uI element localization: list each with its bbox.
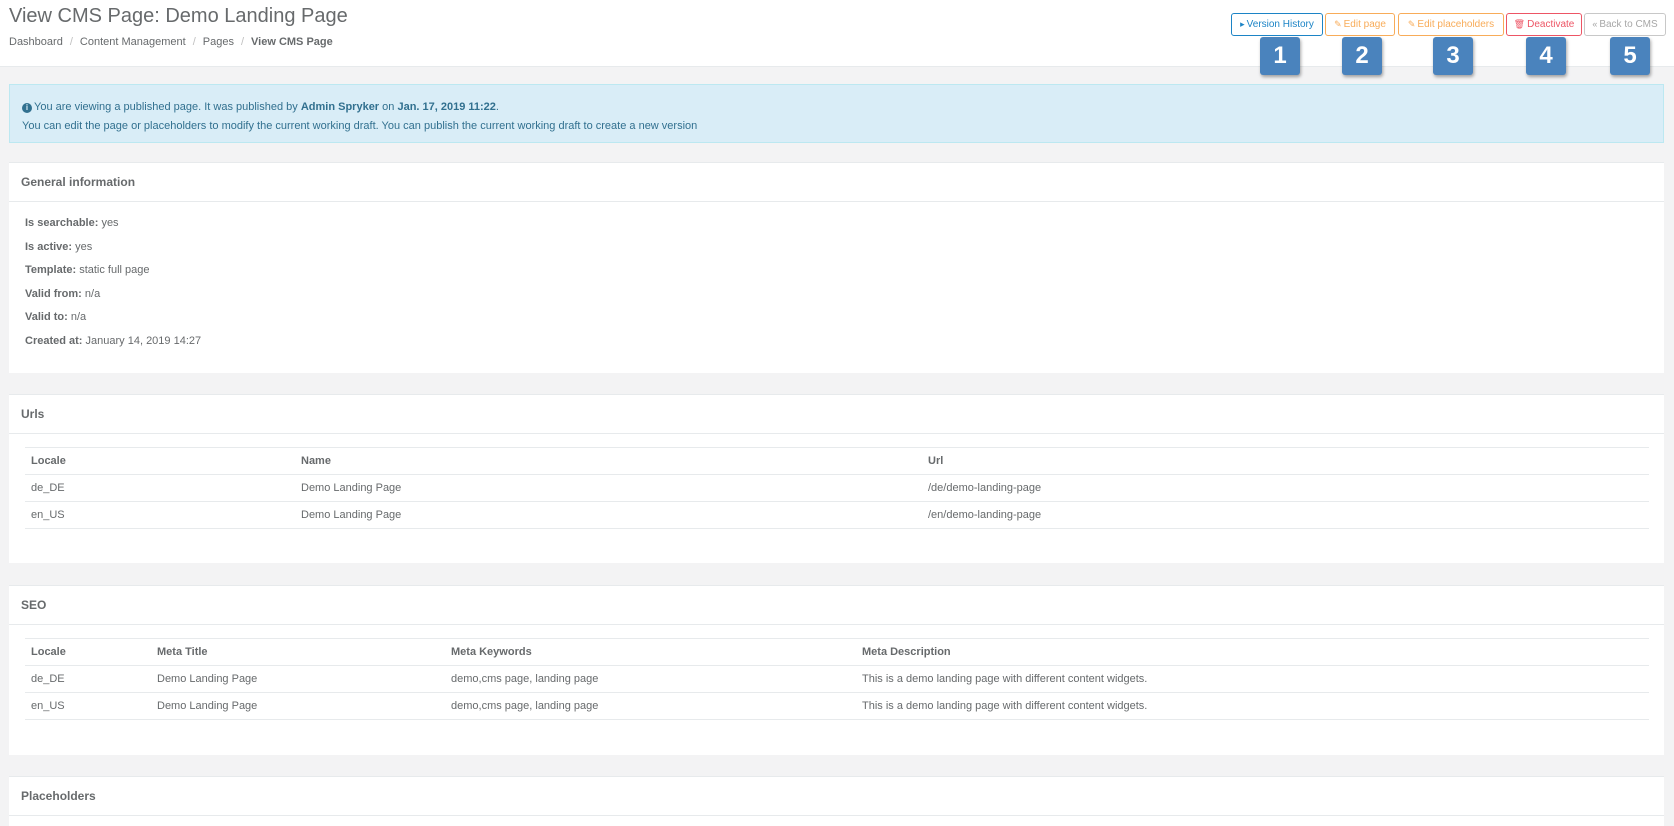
- deactivate-button[interactable]: 🗑 Deactivate: [1506, 13, 1582, 36]
- table-cell: Demo Landing Page: [295, 501, 922, 529]
- table-cell: demo,cms page, landing page: [445, 665, 856, 693]
- column-header: Meta Description: [856, 638, 1649, 666]
- general-information-panel: General information Is searchable: yes Is…: [9, 162, 1664, 373]
- breadcrumb-current: View CMS Page: [251, 36, 333, 48]
- double-chevron-left-icon: «: [1592, 19, 1598, 29]
- back-to-cms-button[interactable]: «Back to CMS: [1584, 13, 1666, 36]
- version-history-button[interactable]: ▸ Version History: [1231, 13, 1323, 36]
- table-cell: This is a demo landing page with differe…: [856, 692, 1649, 720]
- column-header: Name: [295, 447, 922, 475]
- general-info-row: Template: static full page: [25, 259, 1648, 283]
- annotation-marker-5: 5: [1610, 37, 1650, 75]
- table-cell: demo,cms page, landing page: [445, 692, 856, 720]
- alert-line-1: i You are viewing a published page. It wa…: [22, 98, 1651, 117]
- general-info-row: Is active: yes: [25, 236, 1648, 260]
- annotation-marker-4: 4: [1526, 37, 1566, 75]
- publisher-name: Admin Spryker: [300, 101, 380, 113]
- table-cell: Demo Landing Page: [295, 474, 922, 502]
- annotation-marker-3: 3: [1433, 37, 1473, 75]
- annotation-marker-2: 2: [1342, 37, 1382, 75]
- field-value: n/a: [84, 287, 101, 300]
- table-cell: en_US: [25, 501, 295, 529]
- urls-panel: Urls Locale Name Url de_DE Demo Landing Pag…: [9, 394, 1664, 563]
- table-cell: de_DE: [25, 474, 295, 502]
- seo-panel: SEO Locale Meta Title Meta Keywords Meta De…: [9, 585, 1664, 755]
- placeholders-panel: Placeholders: [9, 776, 1664, 826]
- field-label: Template:: [25, 264, 77, 276]
- table-cell: de_DE: [25, 665, 151, 693]
- field-label: Valid from:: [25, 287, 82, 300]
- table-cell: Demo Landing Page: [151, 692, 445, 720]
- field-value: yes: [101, 217, 119, 229]
- field-value: n/a: [70, 311, 87, 323]
- table-cell: en_US: [25, 692, 151, 720]
- table-cell: Demo Landing Page: [151, 665, 445, 693]
- table-row: de_DE Demo Landing Page demo,cms page, lan…: [25, 665, 1649, 693]
- table-row: de_DE Demo Landing Page/de/demo-landing-p…: [25, 474, 1649, 502]
- field-value: static full page: [79, 264, 150, 276]
- general-info-list: Is searchable: yes Is active: yes Template…: [9, 202, 1664, 353]
- general-info-row: Valid to: n/a: [25, 306, 1648, 330]
- column-header: Meta Title: [151, 638, 445, 666]
- table-row: en_US Demo Landing Page/en/demo-landing-p…: [25, 501, 1649, 529]
- table-row: en_US Demo Landing Page demo,cms page, lan…: [25, 692, 1649, 720]
- table-cell: /de/demo-landing-page: [922, 474, 1649, 502]
- panel-title: Placeholders: [9, 777, 1664, 816]
- column-header: Meta Keywords: [445, 638, 856, 666]
- edit-icon: ✎: [1334, 19, 1342, 29]
- field-label: Is active:: [25, 240, 73, 253]
- page-title: View CMS Page: Demo Landing Page: [9, 5, 348, 27]
- column-header: Url: [922, 447, 1649, 475]
- panel-title: General information: [9, 163, 1664, 202]
- breadcrumb: Dashboard / Content Management / Pages / View …: [9, 36, 333, 48]
- breadcrumb-dashboard[interactable]: Dashboard: [9, 36, 63, 48]
- field-label: Is searchable:: [25, 217, 99, 229]
- trash-icon: 🗑: [1513, 19, 1526, 29]
- panel-title: SEO: [9, 586, 1664, 625]
- field-label: Created at:: [25, 334, 83, 347]
- info-circle-icon: i: [22, 103, 32, 113]
- breadcrumb-pages[interactable]: Pages: [203, 36, 234, 48]
- panel-title: Urls: [9, 395, 1664, 434]
- annotation-marker-1: 1: [1260, 37, 1300, 75]
- edit-icon: ✎: [1407, 19, 1416, 29]
- field-label: Valid to:: [25, 311, 68, 323]
- edit-page-button[interactable]: ✎ Edit page: [1325, 13, 1395, 36]
- seo-table: Locale Meta Title Meta Keywords Meta Descri…: [25, 638, 1649, 720]
- table-cell: /en/demo-landing-page: [922, 501, 1649, 529]
- column-header: Locale: [25, 638, 151, 666]
- published-info-alert: i You are viewing a published page. It wa…: [9, 84, 1664, 143]
- breadcrumb-content-management[interactable]: Content Management: [80, 36, 186, 48]
- alert-line-2: You can edit the page or placeholders to…: [22, 120, 698, 132]
- general-info-row: Valid from: n/a: [25, 283, 1648, 307]
- edit-placeholders-button[interactable]: ✎ Edit placeholders: [1398, 13, 1504, 36]
- column-header: Locale: [25, 447, 295, 475]
- table-cell: This is a demo landing page with differe…: [856, 665, 1649, 693]
- field-value: January 14, 2019 14:27: [85, 334, 202, 347]
- page-header: View CMS Page: Demo Landing Page Dashboa…: [0, 0, 1674, 67]
- general-info-row: Is searchable: yes: [25, 212, 1648, 236]
- published-date: Jan. 17, 2019 11:22: [397, 101, 496, 113]
- urls-table: Locale Name Url de_DE Demo Landing Page/de/…: [25, 447, 1649, 529]
- caret-right-icon: ▸: [1240, 19, 1245, 29]
- field-value: yes: [75, 240, 93, 253]
- general-info-row: Created at: January 14, 2019 14:27: [25, 330, 1648, 354]
